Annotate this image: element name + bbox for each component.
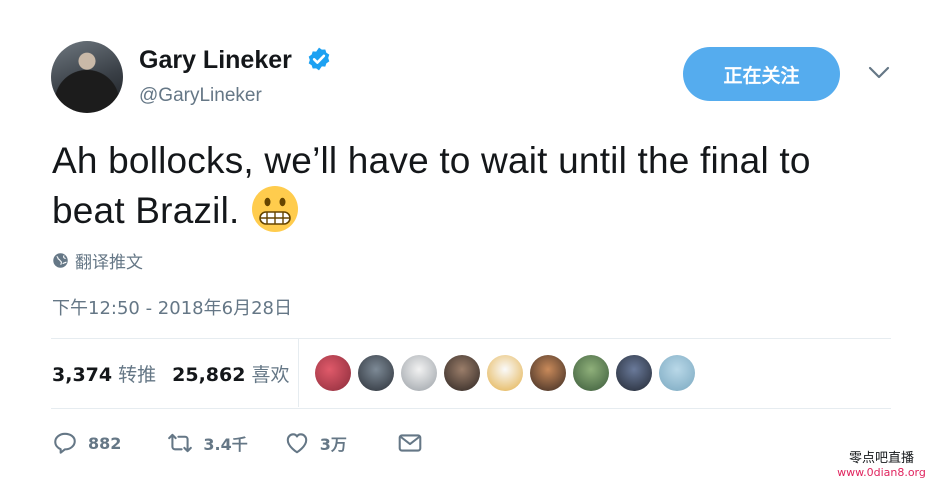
retweet-action[interactable]: 3.4千 bbox=[167, 430, 248, 456]
liker-avatar[interactable] bbox=[659, 355, 695, 391]
following-button[interactable]: 正在关注 bbox=[683, 47, 840, 101]
liker-avatar[interactable] bbox=[487, 355, 523, 391]
retweet-icon[interactable] bbox=[167, 430, 193, 456]
tweet-actions: 882 3.4千 3万 bbox=[52, 430, 423, 456]
divider-bottom bbox=[51, 408, 891, 409]
tweet-text-content: Ah bollocks, we’ll have to wait until th… bbox=[52, 140, 811, 231]
liker-avatar[interactable] bbox=[315, 355, 351, 391]
retweets-count: 3,374 bbox=[52, 364, 113, 386]
retweets-stat[interactable]: 3,374 转推 bbox=[52, 360, 156, 387]
reply-icon[interactable] bbox=[52, 430, 78, 456]
liker-avatars bbox=[315, 355, 695, 391]
watermark-title: 零点吧直播 bbox=[848, 451, 914, 466]
grimacing-face-emoji-icon bbox=[251, 186, 298, 233]
likes-count: 25,862 bbox=[172, 364, 246, 386]
like-action[interactable]: 3万 bbox=[284, 430, 347, 456]
author-name[interactable]: Gary Lineker bbox=[139, 46, 292, 75]
liker-avatar[interactable] bbox=[358, 355, 394, 391]
message-action[interactable] bbox=[397, 430, 423, 456]
tweet-stats: 3,374 转推 25,862 喜欢 bbox=[52, 360, 289, 387]
author-avatar[interactable] bbox=[51, 41, 123, 113]
tweet-timestamp[interactable]: 下午12:50 - 2018年6月28日 bbox=[52, 294, 292, 320]
verified-badge-icon bbox=[308, 47, 330, 71]
reply-action[interactable]: 882 bbox=[52, 430, 121, 456]
liker-avatar[interactable] bbox=[444, 355, 480, 391]
liker-avatar[interactable] bbox=[530, 355, 566, 391]
like-count: 3万 bbox=[319, 435, 347, 454]
likes-label: 喜欢 bbox=[251, 364, 290, 386]
envelope-icon[interactable] bbox=[397, 430, 423, 456]
retweets-label: 转推 bbox=[118, 364, 157, 386]
author-handle[interactable]: @GaryLineker bbox=[139, 85, 262, 107]
globe-icon bbox=[53, 253, 68, 268]
liker-avatar[interactable] bbox=[401, 355, 437, 391]
translate-label[interactable]: 翻译推文 bbox=[75, 248, 143, 273]
liker-avatar[interactable] bbox=[573, 355, 609, 391]
liker-avatar[interactable] bbox=[616, 355, 652, 391]
chevron-down-icon[interactable] bbox=[868, 66, 890, 80]
watermark: 零点吧直播 www.0dian8.org bbox=[826, 443, 937, 484]
retweet-count: 3.4千 bbox=[203, 435, 248, 454]
watermark-url: www.0dian8.org bbox=[837, 466, 926, 479]
likes-stat[interactable]: 25,862 喜欢 bbox=[172, 360, 289, 387]
stats-separator bbox=[298, 339, 299, 407]
translate-tweet-link[interactable]: 翻译推文 bbox=[52, 248, 143, 273]
reply-count: 882 bbox=[88, 433, 122, 453]
divider-top bbox=[51, 338, 891, 339]
heart-icon[interactable] bbox=[284, 430, 310, 456]
tweet-text: Ah bollocks, we’ll have to wait until th… bbox=[52, 136, 882, 238]
